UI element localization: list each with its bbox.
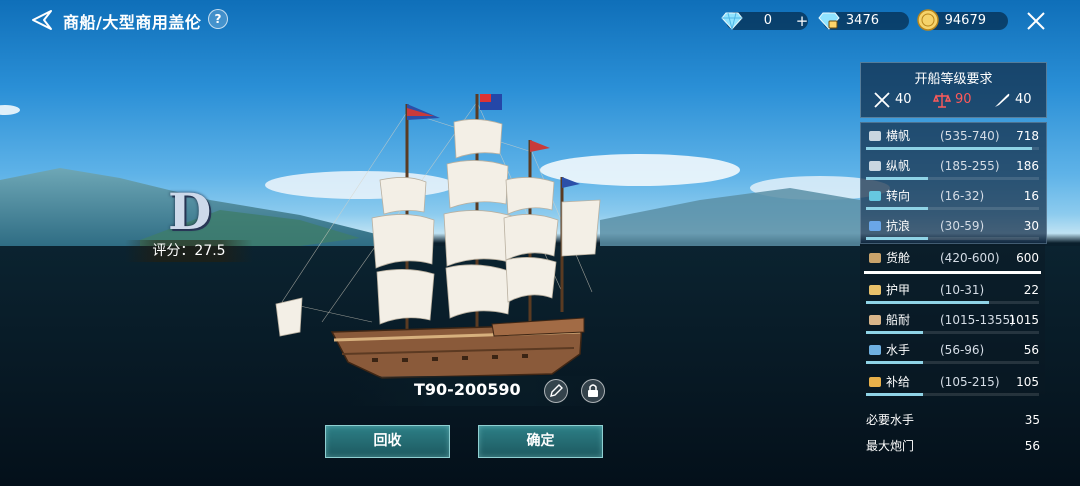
diamond-counter: 0 + xyxy=(721,12,810,30)
stat-bar-fill xyxy=(866,207,929,210)
stat-bar-fill xyxy=(866,331,924,334)
stat-name: 转向 xyxy=(886,189,911,203)
sail-level-requirements: 开船等级要求 40 90 40 xyxy=(860,62,1047,118)
bound-diamond-icon xyxy=(818,12,840,30)
scales-icon xyxy=(933,93,951,108)
stat-value: 56 xyxy=(1023,343,1039,357)
rudder-icon xyxy=(869,191,881,201)
top-bar: 商船/大型商用盖伦 ? 0 + 3476 94679 xyxy=(0,0,1080,40)
stat-name: 船耐 xyxy=(886,313,911,327)
square-sail-icon xyxy=(869,131,881,141)
stat-bar-fill xyxy=(866,393,924,396)
help-icon[interactable]: ? xyxy=(208,9,228,29)
stat-name: 抗浪 xyxy=(886,219,911,233)
stat-bar-highlight xyxy=(864,271,1041,274)
stat-row-supply: 补给 (105-215) 105 xyxy=(860,372,1045,398)
close-icon[interactable] xyxy=(1024,9,1048,33)
rename-pencil-icon[interactable] xyxy=(544,379,568,403)
gold-counter: 94679 xyxy=(917,9,1008,31)
ship-score: 评分：27.5 xyxy=(125,240,253,262)
stat-name: 横帆 xyxy=(886,129,911,143)
cargo-barrel-icon xyxy=(869,253,881,263)
crossed-swords-icon xyxy=(874,92,890,108)
stat-row-wave: 抗浪 (30-59) 30 xyxy=(860,216,1045,242)
lock-icon[interactable] xyxy=(581,379,605,403)
trade-level-req: 90 xyxy=(933,91,983,109)
stat-range: (420-600) xyxy=(940,251,1000,265)
required-sailors-value: 35 xyxy=(1024,413,1040,427)
stat-range: (30-59) xyxy=(940,219,985,233)
stat-value: 22 xyxy=(1023,283,1039,297)
galleon-ship-image xyxy=(275,94,601,379)
diamond-value: 0 xyxy=(763,13,772,28)
supply-icon xyxy=(869,377,881,387)
stat-bar-fill xyxy=(866,177,929,180)
stat-value: 718 xyxy=(1016,129,1039,143)
stat-row-square-sail: 横帆 (535-740) 718 xyxy=(860,126,1045,152)
max-cannon-ports-label: 最大炮门 xyxy=(866,439,915,453)
stat-bar-track xyxy=(866,301,1039,304)
stat-range: (16-32) xyxy=(940,189,985,203)
quill-icon xyxy=(995,93,1010,107)
sailor-icon xyxy=(869,345,881,355)
stat-name: 水手 xyxy=(886,343,911,357)
gold-value: 94679 xyxy=(944,13,986,28)
requirements-title: 开船等级要求 xyxy=(914,72,993,87)
stat-value: 30 xyxy=(1023,219,1039,233)
stat-value: 1015 xyxy=(1008,313,1039,327)
stat-row-cargo-barrel: 货舱 (420-600) 600 xyxy=(860,248,1045,274)
stat-bar-fill xyxy=(866,147,1033,150)
stat-value: 600 xyxy=(1016,251,1039,265)
stat-bar-fill xyxy=(866,361,924,364)
back-arrow-icon[interactable] xyxy=(30,8,54,32)
stat-bar-track xyxy=(866,207,1039,210)
stat-bar-track xyxy=(866,331,1039,334)
stat-value: 16 xyxy=(1023,189,1039,203)
stat-bar-track xyxy=(866,361,1039,364)
stat-range: (535-740) xyxy=(940,129,1000,143)
page-title: 商船/大型商用盖伦 xyxy=(63,13,202,32)
stat-row-armor: 护甲 (10-31) 22 xyxy=(860,280,1045,306)
stat-bar-track xyxy=(866,393,1039,396)
ship-grade: D xyxy=(168,182,212,241)
stat-value: 105 xyxy=(1016,375,1039,389)
stat-range: (185-255) xyxy=(940,159,1000,173)
combat-level-req: 40 xyxy=(873,91,923,109)
adventure-level-req: 40 xyxy=(993,91,1043,109)
bound-diamond-value: 3476 xyxy=(845,13,879,28)
stat-name: 纵帆 xyxy=(886,159,911,173)
stat-bar-fill xyxy=(866,237,929,240)
stat-range: (1015-1355) xyxy=(940,313,1015,327)
stat-range: (10-31) xyxy=(940,283,985,297)
bound-diamond-counter: 3476 xyxy=(818,12,909,30)
gold-coin-icon xyxy=(917,9,939,31)
stat-range: (105-215) xyxy=(940,375,1000,389)
diamond-icon xyxy=(721,12,743,30)
stat-row-lateen-sail: 纵帆 (185-255) 186 xyxy=(860,156,1045,182)
stat-name: 补给 xyxy=(886,375,911,389)
stat-bar-track xyxy=(866,237,1039,240)
confirm-button[interactable]: 确定 xyxy=(478,425,603,458)
wave-icon xyxy=(869,221,881,231)
stat-name: 货舱 xyxy=(886,251,911,265)
stat-row-hull: 船耐 (1015-1355) 1015 xyxy=(860,310,1045,336)
stat-name: 护甲 xyxy=(886,283,911,297)
stat-bar-fill xyxy=(866,301,989,304)
max-cannon-ports-value: 56 xyxy=(1024,439,1040,453)
lateen-sail-icon xyxy=(869,161,881,171)
required-sailors-row: 必要水手 35 xyxy=(866,412,1040,428)
stat-bar-track xyxy=(866,147,1039,150)
add-diamond-button[interactable]: + xyxy=(794,12,810,30)
max-cannon-ports-row: 最大炮门 56 xyxy=(866,438,1040,454)
stat-bar-track xyxy=(866,177,1039,180)
ship-name: T90-200590 xyxy=(414,380,521,399)
stat-value: 186 xyxy=(1016,159,1039,173)
stat-row-sailor: 水手 (56-96) 56 xyxy=(860,340,1045,366)
armor-icon xyxy=(869,285,881,295)
stat-row-rudder: 转向 (16-32) 16 xyxy=(860,186,1045,212)
recycle-button[interactable]: 回收 xyxy=(325,425,450,458)
hull-icon xyxy=(869,315,881,325)
stat-range: (56-96) xyxy=(940,343,985,357)
required-sailors-label: 必要水手 xyxy=(866,413,915,427)
